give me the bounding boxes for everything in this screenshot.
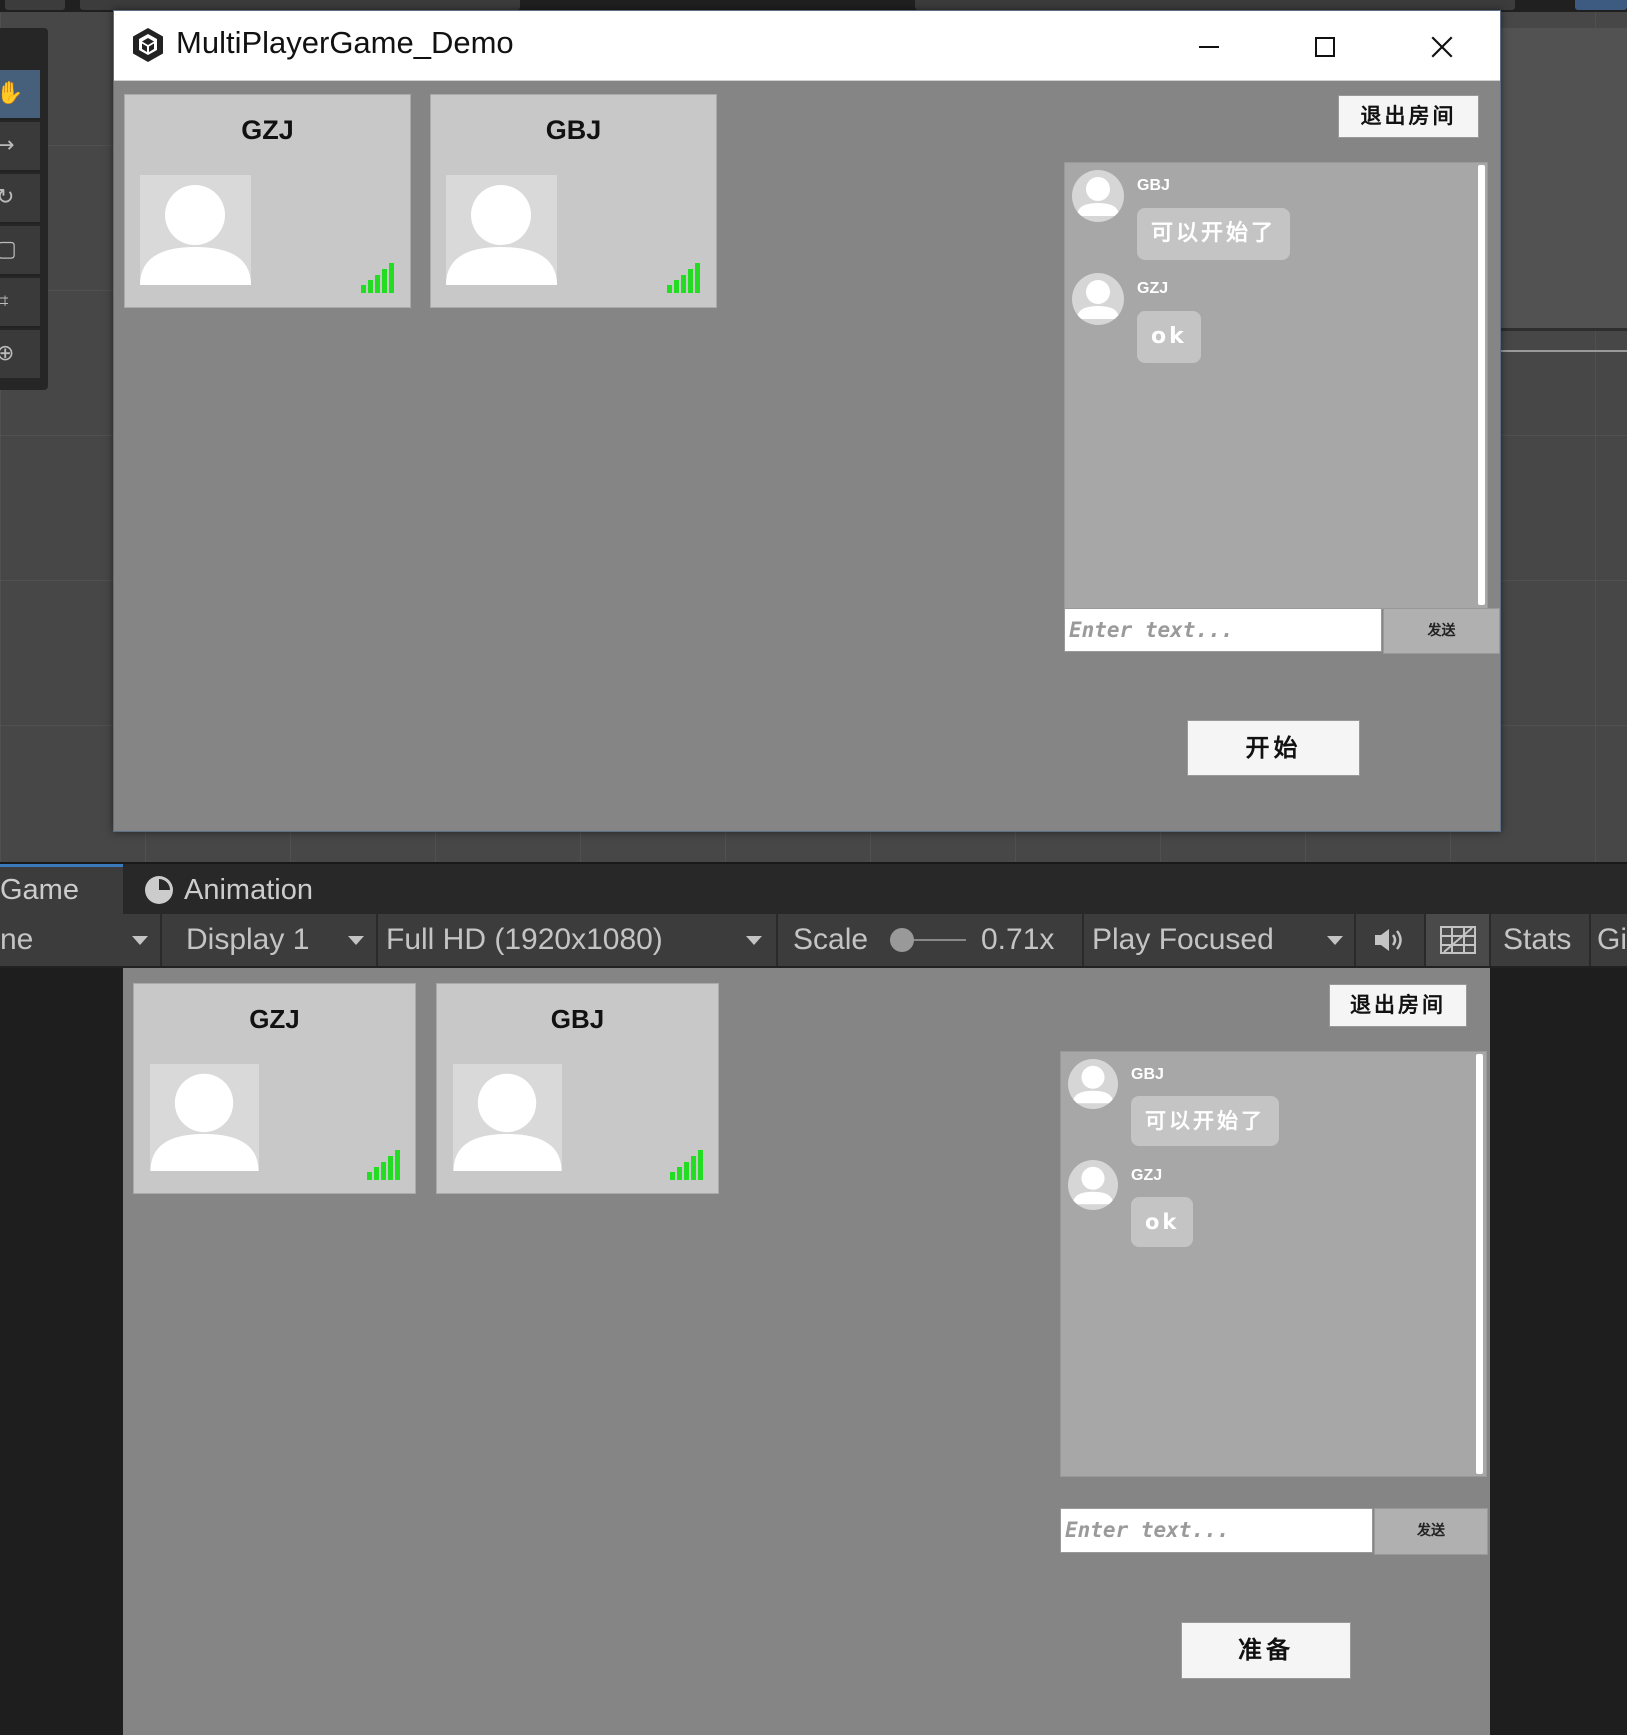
- chat-scrollbar[interactable]: [1476, 1054, 1483, 1474]
- tab-label: Animation: [184, 874, 313, 906]
- chevron-down-icon: [132, 936, 148, 945]
- player-card: GZJ: [133, 983, 416, 1194]
- message-bubble: 可以开始了: [1137, 208, 1291, 260]
- player-card: GBJ: [436, 983, 719, 1194]
- game-view-toolbar: ne Display 1 Full HD (1920x1080) Scale 0…: [0, 914, 1627, 968]
- clock-icon: [145, 876, 173, 904]
- tab-animation[interactable]: Animation: [140, 864, 340, 916]
- scene-tools-panel: ✋ → ↻ ▢ ⌗ ⊕: [0, 28, 48, 390]
- chat-panel: GBJ 可以开始了 GZJ ok: [1060, 1051, 1487, 1477]
- player-avatar-icon: [150, 1064, 259, 1171]
- player-name: GBJ: [545, 115, 602, 145]
- message-bubble: 可以开始了: [1131, 1096, 1279, 1146]
- rect-tool-icon[interactable]: ⌗: [0, 278, 40, 328]
- game-view: GZJ GBJ 退出房间 GBJ 可以开始了 GZJ ok Enter text…: [123, 968, 1490, 1735]
- player-card: GBJ: [430, 94, 717, 308]
- view-dropdown[interactable]: ne: [0, 914, 162, 966]
- gizmos-button[interactable]: Gi: [1591, 914, 1627, 966]
- transform-tool-icon[interactable]: ⊕: [0, 330, 40, 378]
- scale-label: Scale: [793, 923, 869, 956]
- game-window: MultiPlayerGame_Demo GZJ GBJ 退出房间 GBJ 可以…: [113, 10, 1501, 832]
- stats-label: Stats: [1503, 923, 1572, 956]
- message-sender: GBJ: [1137, 177, 1170, 194]
- move-tool-icon[interactable]: →: [0, 122, 40, 172]
- player-name: GZJ: [249, 1004, 300, 1034]
- chevron-down-icon: [348, 936, 364, 945]
- divider: [1500, 350, 1627, 352]
- player-name: GZJ: [241, 115, 294, 145]
- message-sender: GZJ: [1137, 280, 1169, 297]
- chat-scrollbar[interactable]: [1478, 165, 1485, 605]
- chevron-down-icon: [1327, 936, 1343, 945]
- scale-tool-icon[interactable]: ▢: [0, 226, 40, 276]
- chat-panel: GBJ 可以开始了 GZJ ok: [1064, 162, 1488, 609]
- message-bubble: ok: [1131, 1197, 1194, 1247]
- exit-room-button[interactable]: 退出房间: [1329, 984, 1467, 1027]
- sender-avatar-icon: [1068, 1160, 1118, 1210]
- signal-strength-icon: [361, 263, 394, 293]
- background-editor-panel: [1498, 28, 1627, 331]
- display-dropdown[interactable]: Display 1: [162, 914, 378, 966]
- ready-button[interactable]: 准备: [1181, 1622, 1351, 1679]
- send-button[interactable]: 发送: [1383, 608, 1500, 654]
- sender-avatar-icon: [1068, 1059, 1118, 1109]
- maximize-icon[interactable]: [1267, 11, 1383, 80]
- window-title: MultiPlayerGame_Demo: [176, 25, 514, 60]
- exit-room-button[interactable]: 退出房间: [1338, 95, 1479, 138]
- window-titlebar[interactable]: MultiPlayerGame_Demo: [114, 11, 1500, 81]
- speaker-icon: [1375, 929, 1402, 951]
- rotate-tool-icon[interactable]: ↻: [0, 174, 40, 224]
- gizmos-label: Gi: [1597, 923, 1627, 956]
- player-avatar-icon: [446, 175, 557, 285]
- message-sender: GBJ: [1131, 1066, 1164, 1083]
- play-mode-dropdown[interactable]: Play Focused: [1084, 914, 1356, 966]
- mute-audio-toggle[interactable]: [1356, 914, 1426, 966]
- hand-tool-icon[interactable]: ✋: [0, 70, 40, 120]
- display-label: Display 1: [186, 923, 310, 956]
- signal-strength-icon: [667, 263, 700, 293]
- stats-button[interactable]: Stats: [1491, 914, 1591, 966]
- resolution-dropdown[interactable]: Full HD (1920x1080): [378, 914, 778, 966]
- sender-avatar-icon: [1072, 170, 1124, 222]
- chevron-down-icon: [746, 936, 762, 945]
- editor-tabbar: Game Animation: [0, 862, 1627, 916]
- signal-strength-icon: [670, 1150, 703, 1180]
- tab-label: Game: [0, 874, 79, 906]
- close-icon[interactable]: [1384, 11, 1500, 80]
- scale-value: 0.71x: [981, 923, 1055, 956]
- message-bubble: ok: [1137, 311, 1201, 363]
- player-avatar-icon: [140, 175, 251, 285]
- game-canvas: GZJ GBJ 退出房间 GBJ 可以开始了 GZJ ok Enter text…: [114, 81, 1500, 831]
- player-card: GZJ: [124, 94, 411, 308]
- chat-input[interactable]: Enter text...: [1064, 608, 1382, 652]
- gizmo-grid-toggle[interactable]: [1426, 914, 1491, 966]
- player-avatar-icon: [453, 1064, 562, 1171]
- message-sender: GZJ: [1131, 1167, 1163, 1184]
- start-button[interactable]: 开始: [1187, 720, 1360, 776]
- tab-game[interactable]: Game: [0, 864, 123, 916]
- send-button[interactable]: 发送: [1374, 1508, 1488, 1555]
- grid-icon: [1440, 926, 1476, 954]
- play-mode-label: Play Focused: [1092, 923, 1274, 956]
- view-dropdown-label: ne: [0, 923, 34, 956]
- signal-strength-icon: [367, 1150, 400, 1180]
- player-name: GBJ: [550, 1004, 605, 1034]
- chat-input[interactable]: Enter text...: [1060, 1508, 1373, 1553]
- minimize-icon[interactable]: [1151, 11, 1267, 80]
- unity-logo-icon: [133, 28, 163, 62]
- scale-control: Scale 0.71x: [778, 914, 1084, 966]
- sender-avatar-icon: [1072, 273, 1124, 325]
- scale-slider-handle[interactable]: [890, 928, 914, 952]
- resolution-label: Full HD (1920x1080): [386, 923, 663, 956]
